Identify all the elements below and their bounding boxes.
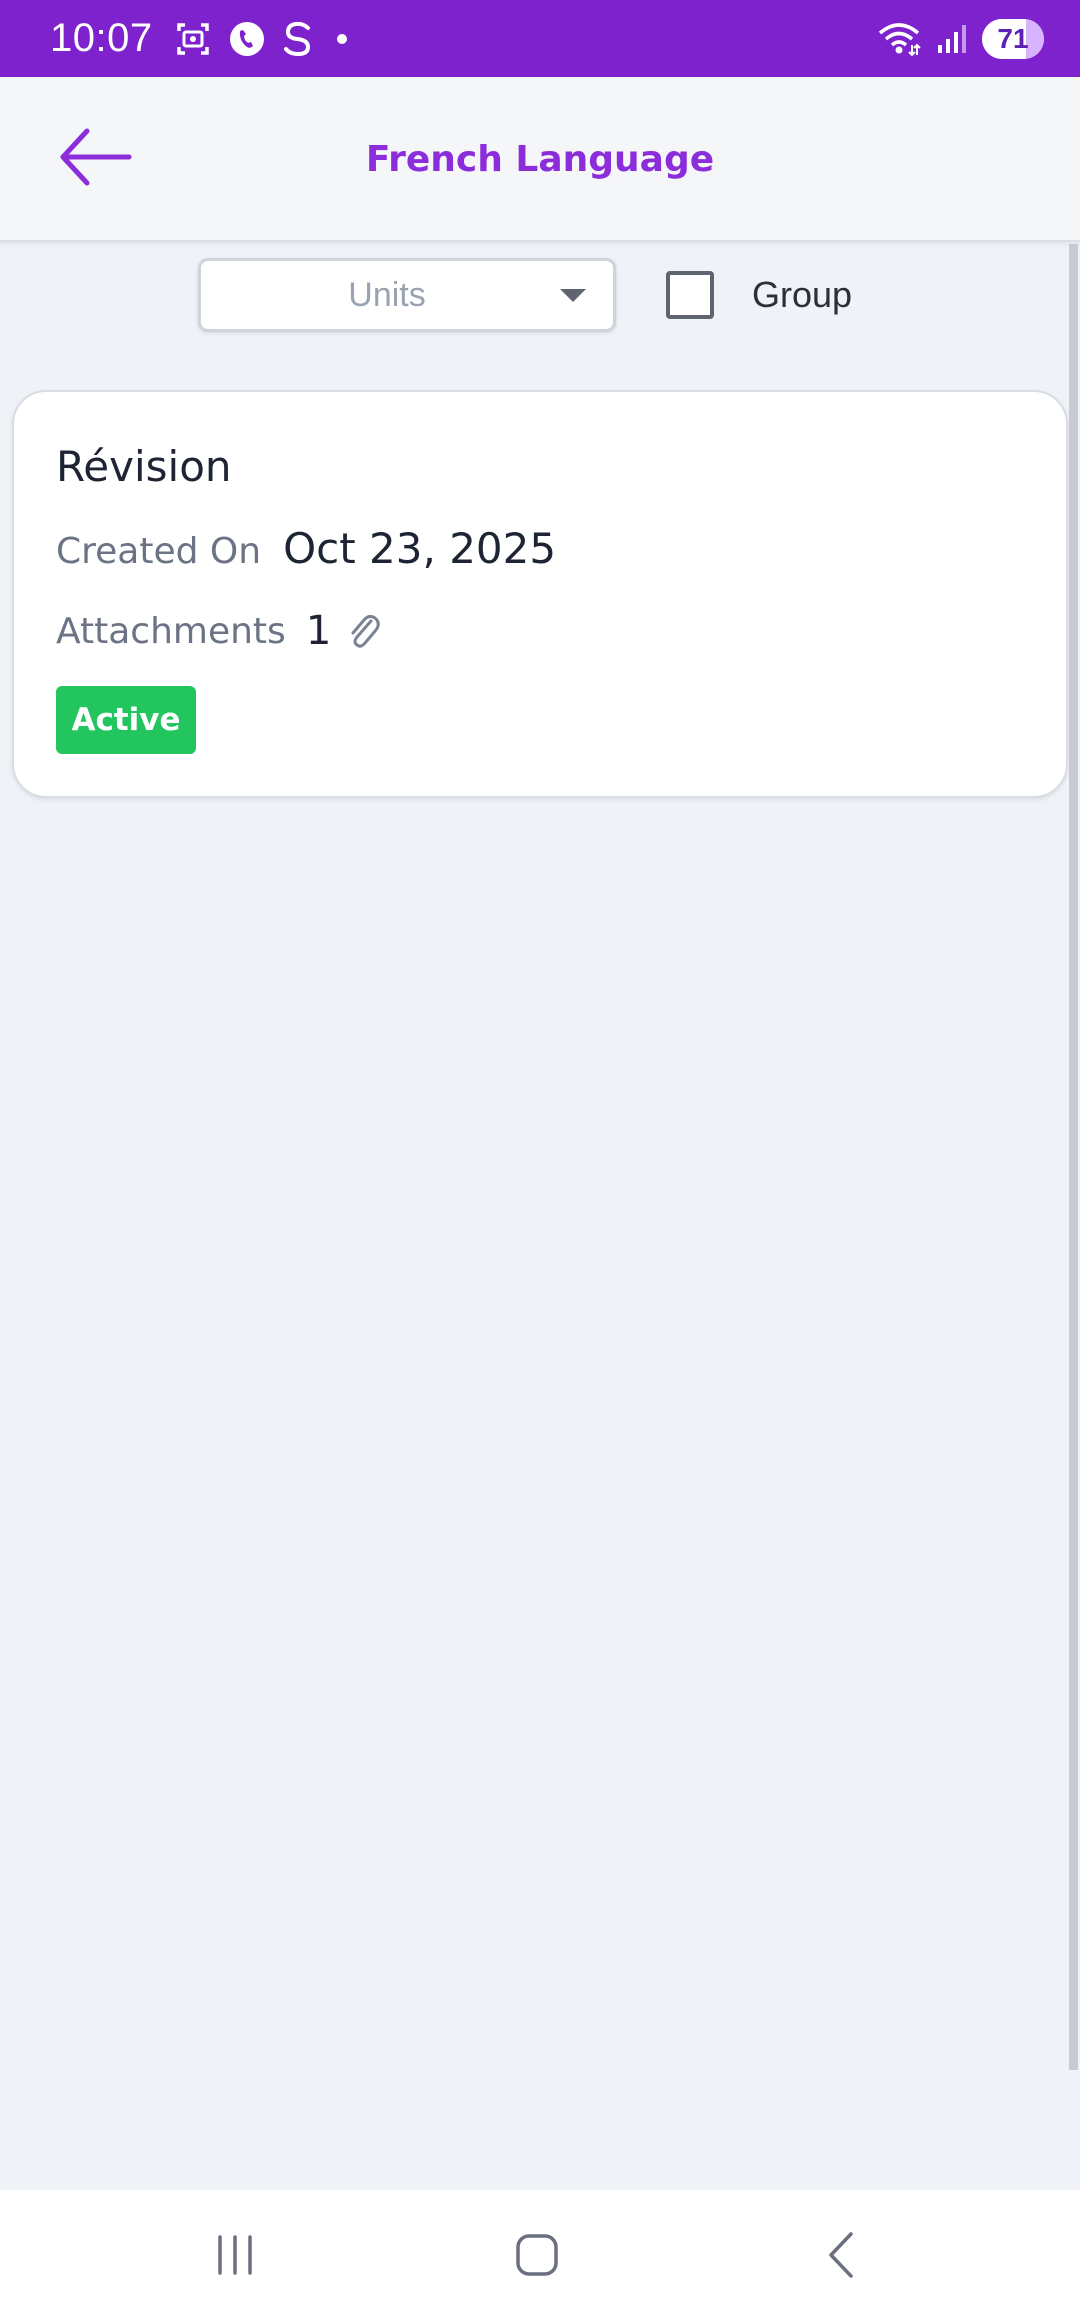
status-left-icons: [173, 19, 355, 59]
screenshot-icon: [173, 19, 213, 59]
scrollbar[interactable]: [1069, 244, 1078, 2070]
notification-dot-icon: [329, 19, 355, 59]
group-checkbox[interactable]: [666, 271, 714, 319]
attachments-row: Attachments 1: [56, 608, 381, 654]
page-title: French Language: [365, 139, 715, 180]
units-dropdown[interactable]: Units: [198, 258, 616, 332]
group-label[interactable]: Group: [752, 274, 852, 316]
created-label: Created On: [56, 531, 262, 572]
status-right-icons: 71: [876, 18, 1044, 59]
created-row: Created On Oct 23, 2025: [56, 524, 556, 573]
caret-down-icon: [533, 285, 613, 305]
filter-row: Units Group: [0, 258, 1070, 334]
wifi-icon: [876, 19, 922, 59]
card-title: Révision: [56, 442, 232, 491]
status-time: 10:07: [50, 16, 153, 60]
app-header: French Language: [0, 77, 1080, 242]
status-bar: 10:07 71: [0, 0, 1080, 77]
battery-icon: 71: [982, 18, 1044, 59]
home-button[interactable]: [492, 2220, 582, 2290]
navigation-bar: [0, 2190, 1080, 2316]
s-app-icon: [281, 19, 315, 59]
created-value: Oct 23, 2025: [283, 524, 557, 573]
status-badge: Active: [56, 686, 196, 754]
list-item-card[interactable]: Révision Created On Oct 23, 2025 Attachm…: [12, 390, 1068, 798]
paperclip-icon[interactable]: [345, 611, 381, 651]
attachments-label: Attachments: [56, 610, 286, 652]
signal-icon: [934, 19, 970, 59]
home-icon: [516, 2234, 558, 2276]
units-placeholder: Units: [348, 275, 426, 314]
system-back-button[interactable]: [796, 2220, 886, 2290]
attachments-count: 1: [305, 608, 332, 654]
phone-call-icon: [227, 19, 267, 59]
back-icon: [829, 2232, 853, 2278]
recents-button[interactable]: [190, 2220, 280, 2290]
battery-level: 71: [997, 22, 1029, 54]
recents-icon: [218, 2235, 252, 2275]
